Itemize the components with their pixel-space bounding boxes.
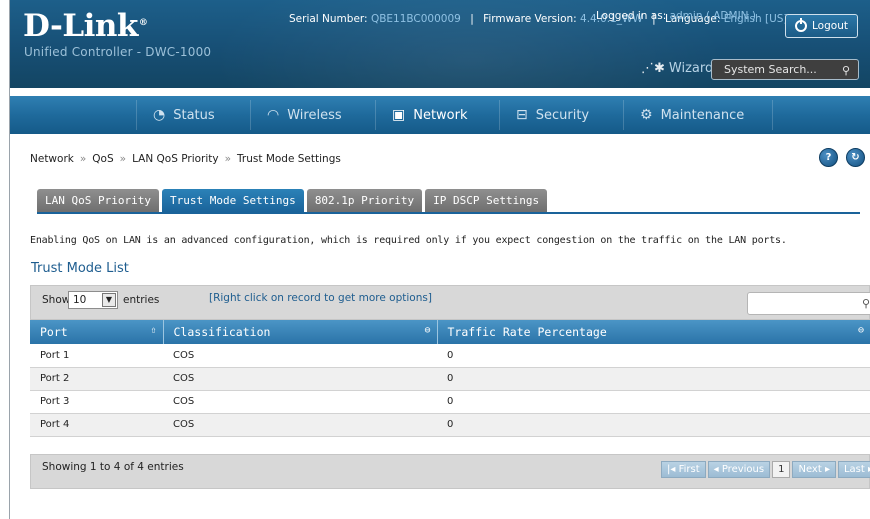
next-page-button[interactable]: Next ▸ xyxy=(792,461,836,478)
cell-port: Port 2 xyxy=(30,367,163,391)
current-page[interactable]: 1 xyxy=(772,461,791,478)
breadcrumb: Network» QoS» LAN QoS Priority» Trust Mode … xyxy=(30,153,341,165)
cell-classification: COS xyxy=(163,367,437,391)
help-icon: ? xyxy=(825,152,832,163)
cell-traffic-rate: 0 xyxy=(437,344,870,368)
tab-underline xyxy=(37,212,860,214)
pagination: |◂ First ◂ Previous 1 Next ▸ Last ▸| xyxy=(661,461,870,478)
cell-traffic-rate: 0 xyxy=(437,367,870,391)
table-row[interactable]: Port 2 COS 0 xyxy=(30,367,870,391)
crumb-qos[interactable]: QoS xyxy=(92,153,113,165)
serial-label: Serial Number: xyxy=(289,13,368,25)
dlink-logo: D-Link® xyxy=(23,8,148,44)
crumb-network[interactable]: Network xyxy=(30,153,74,165)
nav-maintenance[interactable]: ⚙ Maintenance xyxy=(640,96,744,134)
table-toolbar: Show 10 ▼ entries [Right click on record… xyxy=(30,285,870,320)
wizard-label: Wizard xyxy=(668,61,714,76)
cell-traffic-rate: 0 xyxy=(437,390,870,414)
crumb-lan-qos-priority[interactable]: LAN QoS Priority xyxy=(132,153,219,165)
column-port[interactable]: Port ⇧ xyxy=(30,320,164,344)
tab-8021p-priority[interactable]: 802.1p Priority xyxy=(306,189,423,212)
logout-button[interactable]: Logout xyxy=(785,14,858,38)
firmware-label: Firmware Version: xyxy=(483,13,577,25)
refresh-icon: ↻ xyxy=(851,152,860,163)
table-footer: Showing 1 to 4 of 4 entries |◂ First ◂ P… xyxy=(30,454,870,489)
tab-ip-dscp-settings[interactable]: IP DSCP Settings xyxy=(425,189,548,212)
trust-mode-table: Port ⇧ Classification ⊖ Traffic Rate Perce… xyxy=(30,320,870,437)
cell-port: Port 1 xyxy=(30,344,163,368)
app-frame: D-Link® Unified Controller - DWC-1000 Se… xyxy=(9,0,870,519)
cell-classification: COS xyxy=(163,413,437,437)
wand-icon: ⋰✱ xyxy=(641,61,665,76)
serial-value: QBE11BC000009 xyxy=(370,13,461,25)
system-search-placeholder: System Search... xyxy=(724,63,817,76)
network-icon: ▣ xyxy=(392,107,406,123)
cell-port: Port 3 xyxy=(30,390,163,414)
first-icon: |◂ xyxy=(667,464,679,475)
right-click-hint: [Right click on record to get more optio… xyxy=(209,292,432,304)
wizard-link[interactable]: ⋰✱ Wizard xyxy=(641,61,713,76)
last-page-button[interactable]: Last ▸| xyxy=(837,461,870,478)
nav-status[interactable]: ◔ Status xyxy=(153,96,215,134)
nav-network[interactable]: ▣ Network xyxy=(392,96,468,134)
help-button[interactable]: ? xyxy=(819,148,838,167)
system-search-input[interactable]: System Search... ⚲ xyxy=(711,59,859,80)
entries-label: entries xyxy=(123,294,160,306)
sort-icon: ⊖ xyxy=(857,325,864,336)
cell-port: Port 4 xyxy=(30,413,163,437)
sort-icon: ⊖ xyxy=(424,325,431,336)
table-row[interactable]: Port 3 COS 0 xyxy=(30,390,870,414)
header: D-Link® Unified Controller - DWC-1000 Se… xyxy=(10,0,870,88)
tab-trust-mode-settings[interactable]: Trust Mode Settings xyxy=(161,189,304,212)
logout-label: Logout xyxy=(812,20,848,32)
nav-wireless[interactable]: ◠ Wireless xyxy=(267,96,342,134)
product-name: Unified Controller - DWC-1000 xyxy=(24,45,212,59)
status-icon: ◔ xyxy=(153,107,166,123)
wireless-icon: ◠ xyxy=(267,107,280,123)
sort-asc-icon: ⇧ xyxy=(150,325,157,336)
showing-count: Showing 1 to 4 of 4 entries xyxy=(42,461,184,473)
power-icon xyxy=(795,18,808,32)
first-page-button[interactable]: |◂ First xyxy=(661,461,706,478)
table-search-input[interactable]: ⚲ xyxy=(747,292,870,315)
column-classification[interactable]: Classification ⊖ xyxy=(163,320,438,344)
logged-label: Logged in as: xyxy=(596,10,667,22)
table-row[interactable]: Port 4 COS 0 xyxy=(30,413,870,437)
crumb-trust-mode-settings: Trust Mode Settings xyxy=(237,153,341,165)
entries-select[interactable]: 10 ▼ xyxy=(68,291,118,309)
cell-classification: COS xyxy=(163,344,437,368)
next-icon: ▸ xyxy=(821,464,830,475)
gears-icon: ⚙ xyxy=(640,107,653,123)
previous-page-button[interactable]: ◂ Previous xyxy=(707,461,771,478)
previous-icon: ◂ xyxy=(713,464,722,475)
tab-lan-qos-priority[interactable]: LAN QoS Priority xyxy=(37,189,159,212)
main-nav: ◔ Status ◠ Wireless ▣ Network ⊟ Security… xyxy=(10,96,870,134)
table-row[interactable]: Port 1 COS 0 xyxy=(30,344,870,368)
list-title: Trust Mode List xyxy=(31,261,129,276)
lock-icon: ⊟ xyxy=(516,107,528,123)
search-icon: ⚲ xyxy=(841,64,850,77)
last-icon: ▸| xyxy=(865,464,870,475)
column-traffic-rate[interactable]: Traffic Rate Percentage ⊖ xyxy=(437,320,870,344)
entries-select-value: 10 xyxy=(73,294,87,306)
dropdown-arrow-icon: ▼ xyxy=(102,293,116,307)
nav-security[interactable]: ⊟ Security xyxy=(516,96,589,134)
logged-user: admin ( ADMIN ) xyxy=(669,10,756,22)
logged-in-info: Logged in as: admin ( ADMIN ) xyxy=(596,10,756,22)
page-description: Enabling QoS on LAN is an advanced confi… xyxy=(30,235,787,246)
search-icon: ⚲ xyxy=(861,297,870,310)
cell-traffic-rate: 0 xyxy=(437,413,870,437)
tab-bar: LAN QoS Priority Trust Mode Settings 802… xyxy=(37,189,548,212)
show-label: Show xyxy=(42,294,71,306)
cell-classification: COS xyxy=(163,390,437,414)
refresh-button[interactable]: ↻ xyxy=(846,148,865,167)
